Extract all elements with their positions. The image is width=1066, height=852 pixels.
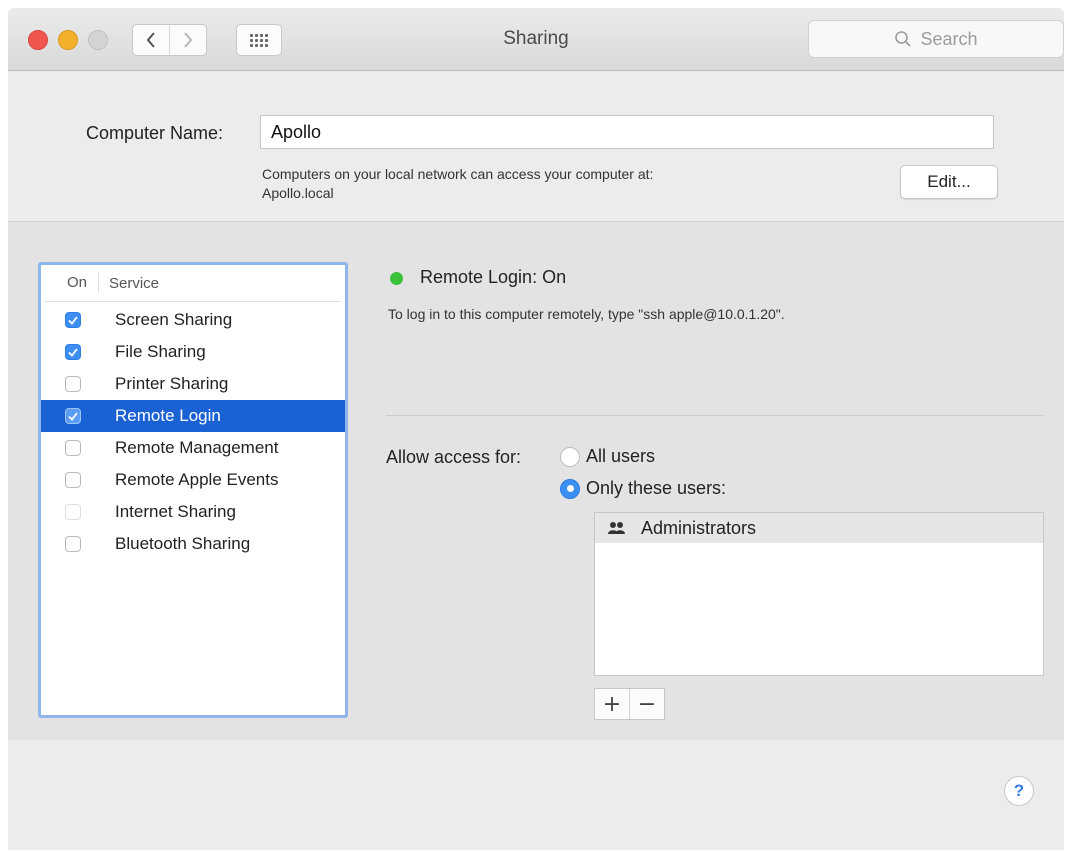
divider [386, 415, 1044, 416]
service-label: Remote Apple Events [115, 470, 279, 489]
service-list-header: On Service [45, 265, 341, 302]
computer-name-section: Computer Name: Apollo Computers on your … [8, 71, 1064, 222]
zoom-window-button[interactable] [88, 30, 108, 50]
title-bar: Sharing Search [8, 8, 1064, 71]
add-remove-buttons: + − [594, 688, 665, 720]
search-placeholder: Search [920, 28, 978, 49]
only-these-users-label: Only these users: [586, 478, 727, 498]
show-all-button[interactable] [236, 24, 282, 56]
service-label: Printer Sharing [115, 374, 229, 393]
computer-name-label: Computer Name: [86, 123, 224, 143]
local-hostname: Apollo.local [262, 185, 334, 201]
close-window-button[interactable] [28, 30, 48, 50]
add-user-button[interactable]: + [595, 689, 629, 719]
column-header-service[interactable]: Service [99, 275, 159, 292]
only-these-users-radio[interactable] [560, 478, 580, 499]
service-list[interactable]: On Service Screen Sharing File Sharing Pri… [38, 262, 348, 718]
sharing-window: Sharing Search Computer Name: Apollo Com… [8, 8, 1064, 850]
service-checkbox[interactable] [65, 472, 81, 488]
sharing-main-panel: On Service Screen Sharing File Sharing Pri… [8, 222, 1064, 740]
list-item[interactable]: Bluetooth Sharing [41, 528, 345, 560]
list-item[interactable]: Printer Sharing [41, 368, 345, 400]
all-users-label: All users [586, 446, 656, 466]
status-indicator-icon [390, 272, 403, 285]
list-item[interactable]: File Sharing [41, 336, 345, 368]
navigation-buttons [132, 24, 207, 56]
list-item[interactable]: Remote Login [41, 400, 345, 432]
service-status: Remote Login: On [420, 267, 567, 287]
network-description: Computers on your local network can acce… [262, 166, 654, 182]
service-checkbox[interactable] [65, 536, 81, 552]
help-button[interactable]: ? [1004, 776, 1034, 806]
service-label: File Sharing [115, 342, 206, 361]
computer-name-input[interactable]: Apollo [260, 115, 994, 149]
service-checkbox[interactable] [65, 440, 81, 456]
list-item[interactable]: Administrators [595, 513, 1043, 543]
grid-icon [250, 33, 268, 47]
column-header-on[interactable]: On [45, 273, 99, 293]
service-description: To log in to this computer remotely, typ… [388, 306, 785, 322]
allow-access-label: Allow access for: [386, 447, 522, 467]
all-users-option[interactable]: All users [560, 446, 655, 467]
service-checkbox[interactable] [65, 312, 81, 328]
list-item[interactable]: Internet Sharing [41, 496, 345, 528]
forward-button[interactable] [169, 25, 206, 55]
all-users-radio[interactable] [560, 446, 580, 467]
search-icon [895, 31, 912, 47]
service-checkbox[interactable] [65, 344, 81, 360]
checkmark-icon [68, 347, 78, 357]
chevron-right-icon [184, 32, 193, 48]
list-item[interactable]: Remote Apple Events [41, 464, 345, 496]
service-checkbox[interactable] [65, 504, 81, 520]
service-label: Internet Sharing [115, 502, 236, 521]
service-label: Screen Sharing [115, 310, 233, 329]
minimize-window-button[interactable] [58, 30, 78, 50]
remove-user-button[interactable]: − [629, 689, 664, 719]
service-label: Bluetooth Sharing [115, 534, 251, 553]
service-rows: Screen Sharing File Sharing Printer Sharin… [41, 304, 345, 560]
computer-name-description: Computers on your local network can acce… [262, 165, 653, 203]
chevron-left-icon [146, 32, 155, 48]
allowed-users-list[interactable]: Administrators [594, 512, 1044, 676]
only-these-users-option[interactable]: Only these users: [560, 478, 726, 499]
checkmark-icon [68, 411, 78, 421]
service-checkbox[interactable] [65, 408, 81, 424]
edit-button[interactable]: Edit... [900, 165, 998, 199]
list-item[interactable]: Screen Sharing [41, 304, 345, 336]
search-field[interactable]: Search [808, 20, 1064, 58]
service-label: Remote Login [115, 406, 221, 425]
group-icon [607, 521, 627, 535]
service-label: Remote Management [115, 438, 279, 457]
checkmark-icon [68, 315, 78, 325]
list-item[interactable]: Remote Management [41, 432, 345, 464]
back-button[interactable] [133, 25, 169, 55]
user-name: Administrators [641, 517, 757, 538]
service-checkbox[interactable] [65, 376, 81, 392]
